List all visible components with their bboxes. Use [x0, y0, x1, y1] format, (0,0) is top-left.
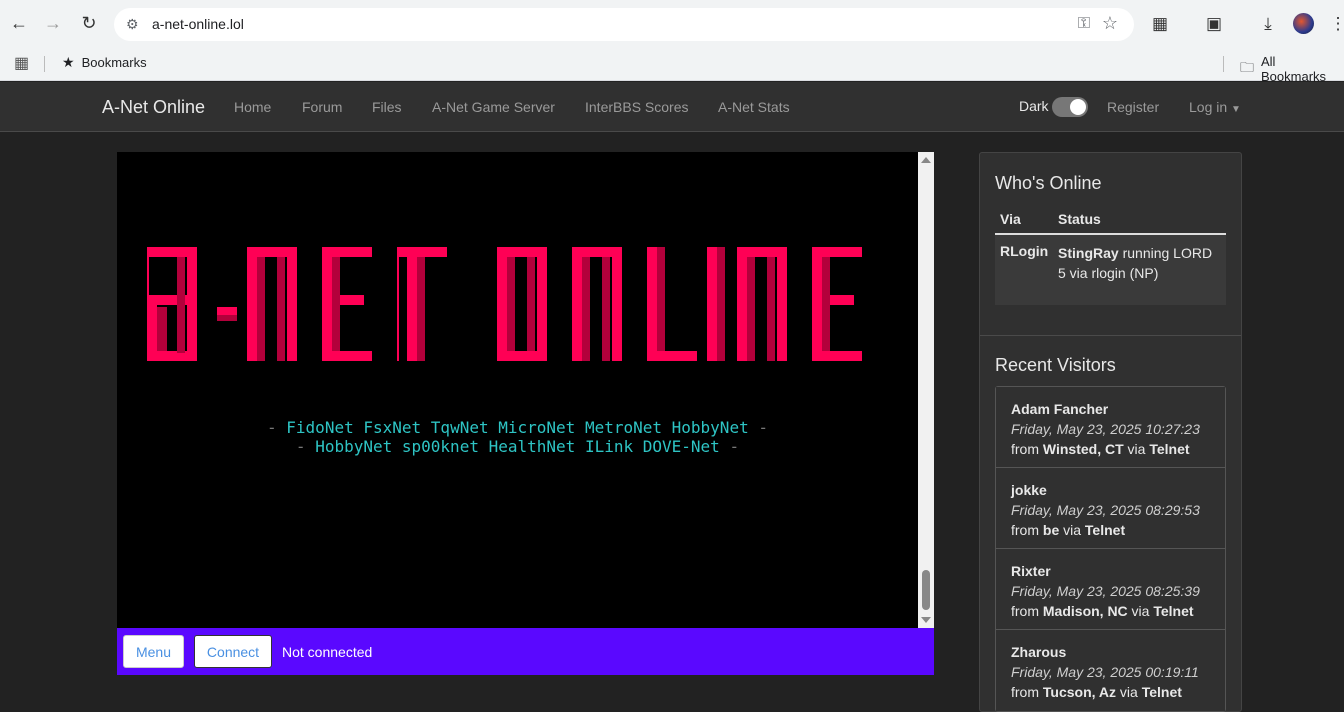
list-item: Adam Fancher Friday, May 23, 2025 10:27:2… [996, 387, 1225, 468]
networks-line-2: - HobbyNet sp00knet HealthNet ILink DOVE… [295, 437, 740, 456]
site-navbar: A-Net Online Home Forum Files A-Net Game… [0, 82, 1344, 132]
network-name: MetroNet [584, 418, 662, 437]
dark-mode-label: Dark [1019, 98, 1049, 114]
address-bar[interactable]: ⚙ a-net-online.lol ⚿ ☆ [114, 8, 1134, 41]
site-info-icon[interactable]: ⚙ [126, 16, 139, 33]
login-label: Log in [1189, 99, 1228, 115]
scroll-down-arrow[interactable] [921, 617, 931, 623]
nav-files[interactable]: Files [372, 99, 402, 115]
visitor-name: Zharous [1011, 644, 1067, 660]
all-bookmarks-label: All Bookmarks [1261, 54, 1327, 84]
menu-button[interactable]: Menu [123, 635, 184, 668]
bookmarks-bar: ▦ ★ Bookmarks 🗀 All Bookmarks [0, 48, 1344, 84]
visitor-origin: from be via Telnet [1011, 522, 1126, 538]
sidebar-panel: Who's Online Via Status RLogin StingRay … [979, 152, 1242, 712]
anet-online-ansi-logo [147, 247, 862, 361]
col-status: Status [1058, 211, 1101, 227]
forward-icon[interactable]: → [40, 10, 66, 36]
site-brand[interactable]: A-Net Online [102, 97, 205, 118]
login-dropdown[interactable]: Log in ▼ [1189, 99, 1241, 115]
network-name: HobbyNet [315, 437, 393, 456]
visitor-time: Friday, May 23, 2025 00:19:11 [1011, 664, 1199, 680]
list-item: jokke Friday, May 23, 2025 08:29:53 from b… [996, 468, 1225, 549]
extensions-icon[interactable]: ▦ [1148, 12, 1172, 36]
visitor-name: jokke [1011, 482, 1047, 498]
url-text: a-net-online.lol [152, 16, 244, 32]
network-name: FsxNet [363, 418, 422, 437]
visitor-origin: from Winsted, CT via Telnet [1011, 441, 1190, 457]
networks-line-1: - FidoNet FsxNet TqwNet MicroNet MetroNe… [267, 418, 768, 437]
connect-button[interactable]: Connect [194, 635, 272, 668]
visitor-time: Friday, May 23, 2025 08:25:39 [1011, 583, 1200, 599]
network-name: MicroNet [498, 418, 576, 437]
visitor-origin: from Tucson, Az via Telnet [1011, 684, 1182, 700]
nav-game-server[interactable]: A-Net Game Server [432, 99, 555, 115]
download-icon[interactable]: ⤓ [1256, 12, 1280, 36]
whos-online-title: Who's Online [995, 173, 1102, 193]
scroll-up-arrow[interactable] [921, 157, 931, 163]
apps-grid-icon[interactable]: ▦ [14, 53, 29, 73]
col-via: Via [1000, 211, 1021, 227]
bookmark-star-icon[interactable]: ☆ [1102, 13, 1118, 34]
terminal-scrollbar[interactable] [918, 152, 934, 628]
list-item: Rixter Friday, May 23, 2025 08:25:39 from … [996, 549, 1225, 630]
visitor-time: Friday, May 23, 2025 10:27:23 [1011, 421, 1200, 437]
bookmarks-label: Bookmarks [81, 55, 147, 70]
row-status: StingRay running LORD 5 via rlogin (NP) [1058, 243, 1223, 283]
nav-anet-stats[interactable]: A-Net Stats [718, 99, 790, 115]
star-icon: ★ [62, 54, 75, 70]
table-header: Via Status [995, 203, 1226, 235]
visitor-origin: from Madison, NC via Telnet [1011, 603, 1194, 619]
nav-home[interactable]: Home [234, 99, 271, 115]
recent-visitors-title: Recent Visitors [995, 355, 1116, 375]
panel-divider [980, 335, 1241, 336]
nav-forum[interactable]: Forum [302, 99, 342, 115]
table-row: RLogin StingRay running LORD 5 via rlogi… [995, 235, 1226, 305]
dark-mode-toggle[interactable] [1052, 97, 1088, 117]
folder-icon: 🗀 [1240, 59, 1254, 75]
network-name: ILink [584, 437, 634, 456]
key-icon[interactable]: ⚿ [1078, 15, 1090, 33]
menu-dots-icon[interactable]: ⋮ [1326, 12, 1344, 36]
visitor-time: Friday, May 23, 2025 08:29:53 [1011, 502, 1200, 518]
tab-search-icon[interactable]: ▣ [1202, 12, 1226, 36]
bookmarks-divider-right [1223, 56, 1224, 72]
network-name: sp00knet [401, 437, 479, 456]
nav-interbbs-scores[interactable]: InterBBS Scores [585, 99, 689, 115]
visitor-name: Adam Fancher [1011, 401, 1109, 417]
connection-status: Not connected [282, 644, 373, 660]
list-item: Zharous Friday, May 23, 2025 00:19:11 from… [996, 630, 1225, 711]
whos-online-table: Via Status RLogin StingRay running LORD … [995, 203, 1226, 305]
bbs-terminal[interactable]: - FidoNet FsxNet TqwNet MicroNet MetroNe… [117, 152, 918, 628]
network-name: DOVE-Net [642, 437, 720, 456]
visitor-name: Rixter [1011, 563, 1051, 579]
back-icon[interactable]: ← [6, 10, 32, 36]
network-name: HealthNet [488, 437, 576, 456]
bookmarks-divider [44, 56, 45, 72]
toggle-knob [1070, 99, 1086, 115]
terminal-control-bar: Menu Connect Not connected [117, 628, 934, 675]
network-name: FidoNet [286, 418, 354, 437]
profile-avatar[interactable] [1293, 13, 1314, 34]
caret-down-icon: ▼ [1231, 104, 1241, 115]
reload-icon[interactable]: ↻ [76, 10, 102, 36]
register-link[interactable]: Register [1107, 99, 1159, 115]
scroll-thumb[interactable] [922, 570, 930, 610]
row-via: RLogin [1000, 243, 1049, 259]
recent-visitors-list: Adam Fancher Friday, May 23, 2025 10:27:2… [995, 386, 1226, 712]
network-name: HobbyNet [671, 418, 749, 437]
row-user: StingRay [1058, 245, 1119, 261]
bookmarks-folder[interactable]: ★ Bookmarks [62, 54, 147, 71]
network-name: TqwNet [430, 418, 489, 437]
all-bookmarks[interactable]: 🗀 All Bookmarks [1240, 54, 1344, 84]
browser-toolbar: ← → ↻ ⚙ a-net-online.lol ⚿ ☆ ▦ ▣ ⤓ ⋮ [0, 0, 1344, 48]
